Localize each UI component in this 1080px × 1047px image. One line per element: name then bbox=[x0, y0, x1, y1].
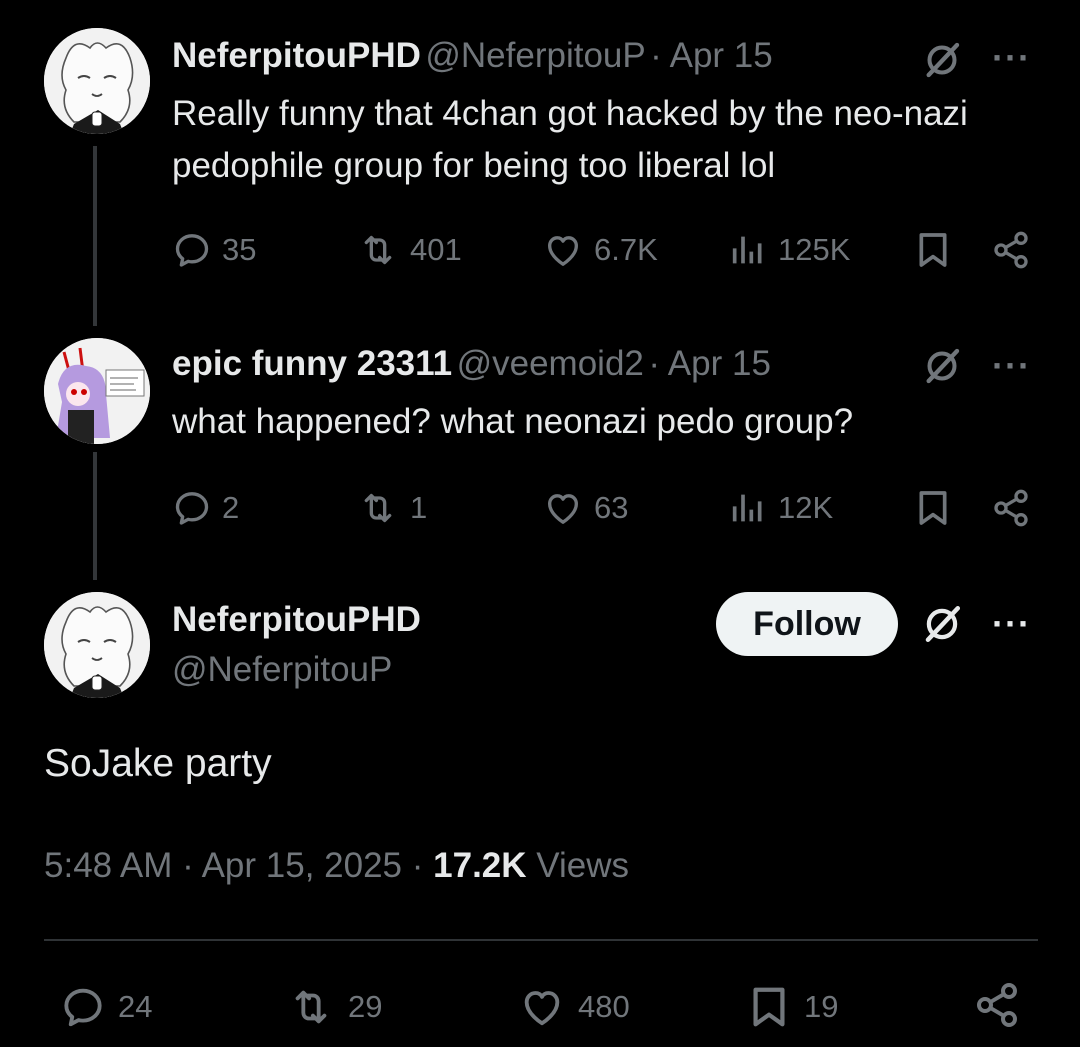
repost-count: 401 bbox=[410, 232, 462, 267]
repost-count: 29 bbox=[348, 989, 383, 1024]
avatar[interactable] bbox=[44, 28, 150, 134]
more-icon[interactable]: ··· bbox=[992, 606, 1031, 642]
avatar-image bbox=[44, 28, 150, 134]
like-icon bbox=[516, 984, 568, 1030]
like-count: 63 bbox=[594, 490, 629, 525]
thread-line bbox=[93, 452, 97, 580]
handle[interactable]: @veemoid2 bbox=[457, 344, 644, 383]
bookmark-count: 19 bbox=[804, 989, 839, 1024]
reply-button[interactable]: 24 bbox=[58, 984, 152, 1030]
handle[interactable]: @NeferpitouP bbox=[172, 650, 392, 690]
repost-count: 1 bbox=[410, 490, 428, 525]
views-label: Views bbox=[536, 846, 630, 885]
like-count: 6.7K bbox=[594, 232, 658, 267]
like-count: 480 bbox=[578, 989, 630, 1024]
like-icon bbox=[542, 230, 584, 270]
tweet-header: NeferpitouPHD @NeferpitouP · Apr 15 bbox=[172, 36, 773, 76]
avatar-image bbox=[44, 592, 150, 698]
grok-icon[interactable] bbox=[920, 602, 964, 646]
repost-icon bbox=[356, 230, 400, 270]
views-button[interactable]: 12K bbox=[728, 488, 833, 528]
grok-icon[interactable] bbox=[920, 38, 964, 82]
avatar-image bbox=[44, 338, 150, 444]
repost-button[interactable]: 401 bbox=[356, 230, 462, 270]
bookmark-icon[interactable] bbox=[912, 486, 954, 530]
like-button[interactable]: 63 bbox=[542, 488, 628, 528]
grok-icon[interactable] bbox=[920, 344, 964, 388]
reply-button[interactable]: 35 bbox=[172, 230, 256, 270]
share-icon[interactable] bbox=[990, 486, 1032, 530]
tweet-metadata: 5:48 AM · Apr 15, 2025 · 17.2K Views bbox=[44, 846, 629, 886]
views-icon bbox=[728, 488, 768, 528]
like-button[interactable]: 6.7K bbox=[542, 230, 658, 270]
reply-icon bbox=[172, 488, 212, 528]
avatar[interactable] bbox=[44, 338, 150, 444]
repost-button[interactable]: 1 bbox=[356, 488, 427, 528]
like-icon bbox=[542, 488, 584, 528]
tweet-text: SoJake party bbox=[44, 742, 272, 785]
avatar[interactable] bbox=[44, 592, 150, 698]
share-icon[interactable] bbox=[990, 228, 1032, 272]
like-button[interactable]: 480 bbox=[516, 984, 630, 1030]
more-icon[interactable]: ··· bbox=[992, 348, 1031, 384]
repost-button[interactable]: 29 bbox=[284, 984, 382, 1030]
views-button[interactable]: 125K bbox=[728, 230, 850, 270]
reply-button[interactable]: 2 bbox=[172, 488, 239, 528]
handle[interactable]: @NeferpitouP bbox=[425, 36, 645, 75]
bookmark-icon[interactable] bbox=[912, 228, 954, 272]
display-name[interactable]: epic funny 23311 bbox=[172, 344, 452, 383]
tweet-date[interactable]: · Apr 15 bbox=[650, 36, 773, 75]
reply-count: 2 bbox=[222, 490, 240, 525]
reply-count: 35 bbox=[222, 232, 257, 267]
divider bbox=[44, 939, 1038, 941]
repost-icon bbox=[284, 984, 338, 1030]
views-icon bbox=[728, 230, 768, 270]
views-count: 12K bbox=[778, 490, 834, 525]
display-name[interactable]: NeferpitouPHD bbox=[172, 600, 421, 640]
reply-icon bbox=[172, 230, 212, 270]
repost-icon bbox=[356, 488, 400, 528]
tweet-text: Really funny that 4chan got hacked by th… bbox=[172, 94, 968, 185]
bookmark-icon bbox=[744, 984, 794, 1030]
views-count: 17.2K bbox=[433, 846, 527, 885]
follow-button[interactable]: Follow bbox=[716, 592, 898, 656]
reply-icon bbox=[58, 984, 108, 1030]
tweet-text: what happened? what neonazi pedo group? bbox=[172, 402, 854, 441]
tweet-date[interactable]: · Apr 15 bbox=[648, 344, 771, 383]
more-icon[interactable]: ··· bbox=[992, 40, 1031, 76]
tweet-header: epic funny 23311 @veemoid2 · Apr 15 bbox=[172, 344, 771, 384]
share-icon[interactable] bbox=[972, 980, 1022, 1030]
views-count: 125K bbox=[778, 232, 851, 267]
reply-count: 24 bbox=[118, 989, 153, 1024]
thread-line bbox=[93, 146, 97, 326]
bookmark-button[interactable]: 19 bbox=[744, 984, 838, 1030]
timestamp[interactable]: 5:48 AM · Apr 15, 2025 · bbox=[44, 846, 423, 885]
display-name[interactable]: NeferpitouPHD bbox=[172, 36, 421, 75]
